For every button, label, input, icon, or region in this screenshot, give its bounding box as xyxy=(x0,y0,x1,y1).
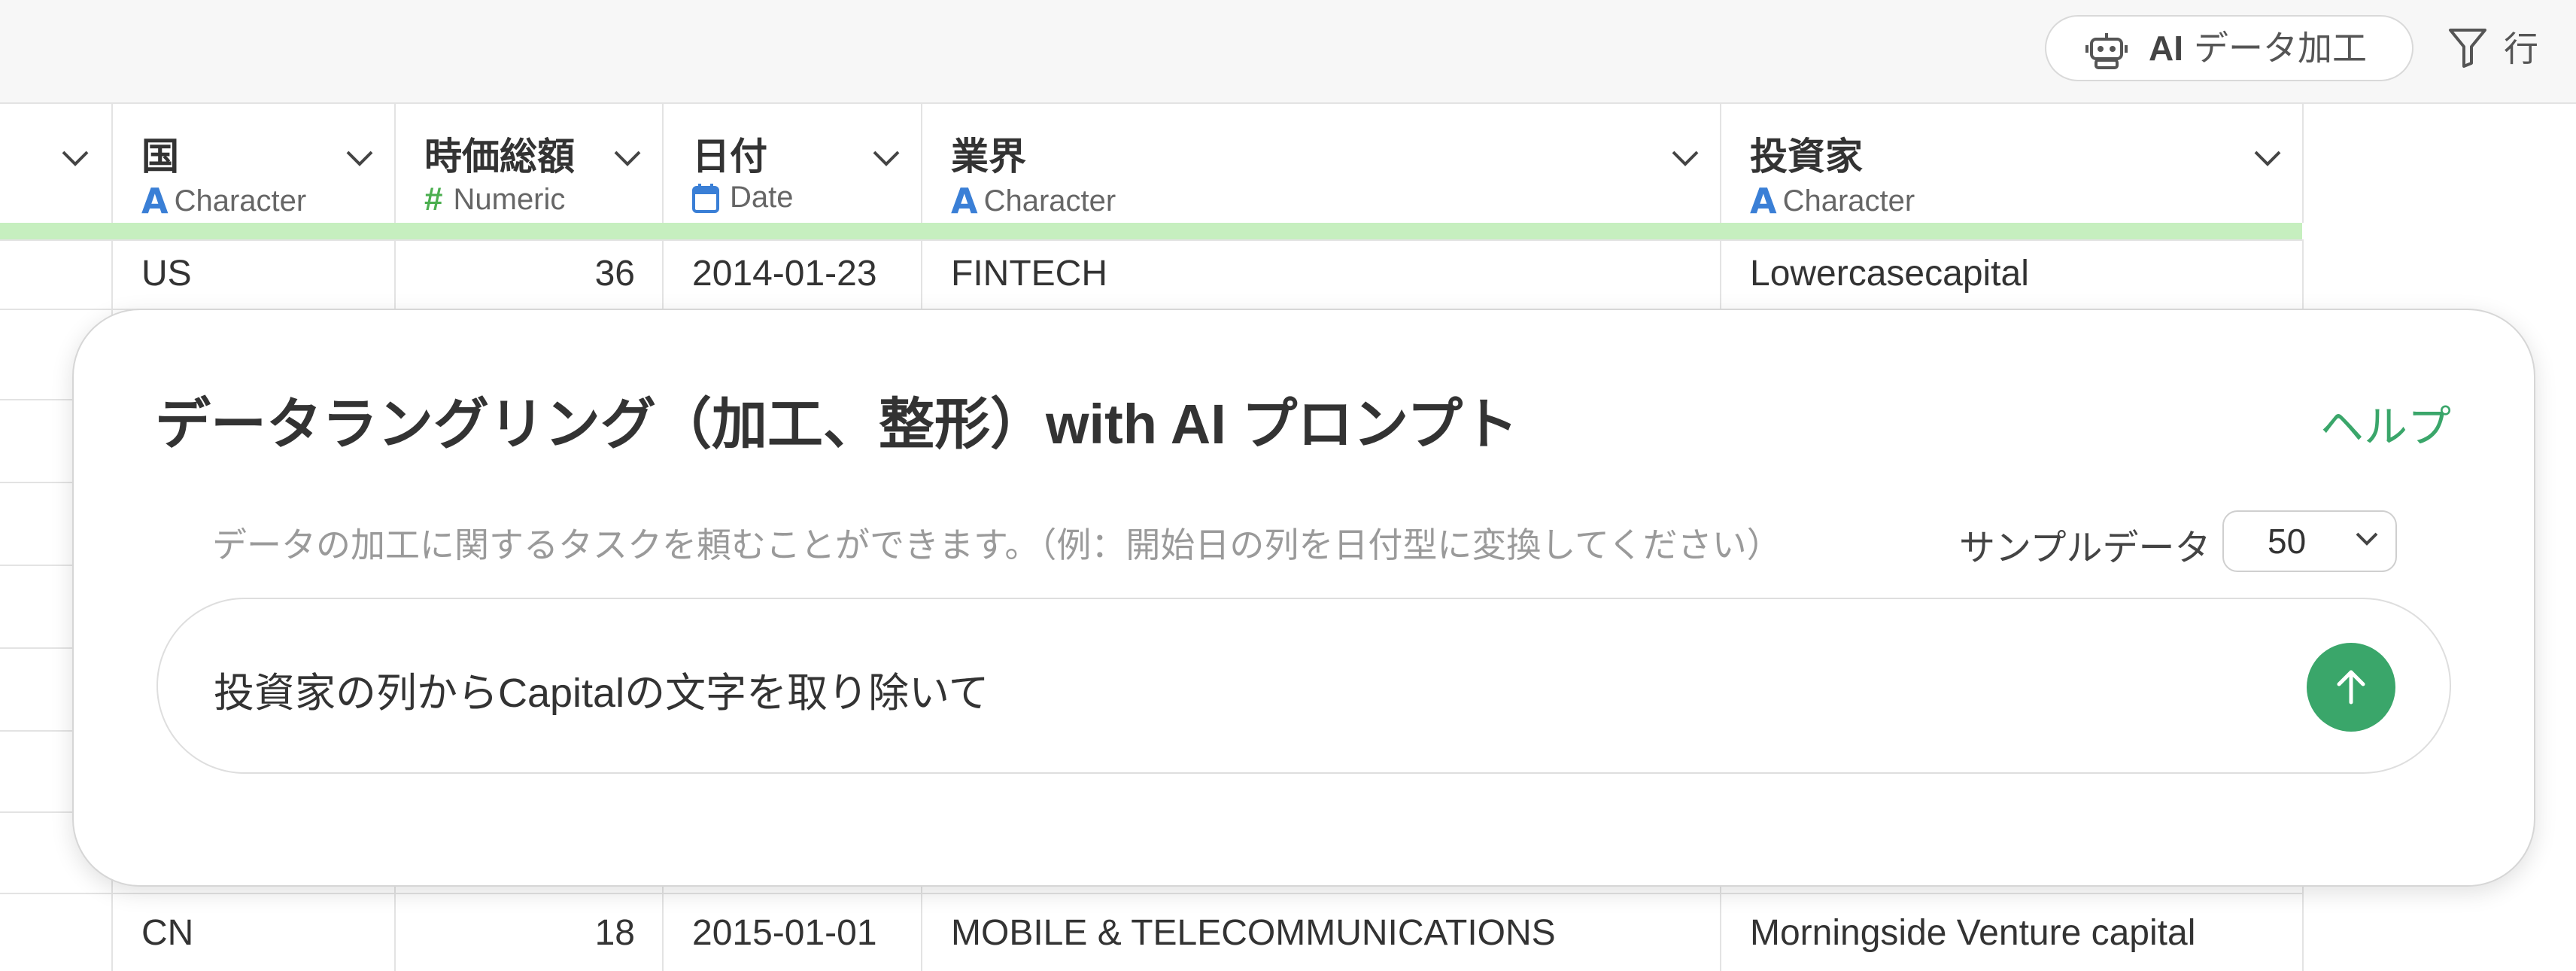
chevron-down-icon[interactable] xyxy=(612,149,642,167)
sample-data-value: 50 xyxy=(2268,522,2307,561)
column-name: 日付 xyxy=(692,135,767,178)
top-toolbar: AI データ加工 行 xyxy=(0,0,2576,104)
column-type-label: Character xyxy=(174,184,307,218)
column-name: 業界 xyxy=(951,135,1026,178)
grid-divider xyxy=(0,730,72,732)
character-icon: A xyxy=(1750,181,1777,221)
chevron-down-icon[interactable] xyxy=(871,149,901,167)
robot-icon xyxy=(2085,33,2128,69)
prompt-input[interactable]: 投資家の列からCapitalの文字を取り除いて xyxy=(156,598,2451,774)
send-button[interactable] xyxy=(2307,643,2395,732)
column-name: 国 xyxy=(141,135,179,178)
column-header-investor[interactable]: 投資家 A Character xyxy=(1721,104,2304,223)
cell-market-cap[interactable]: 18 xyxy=(396,912,635,954)
arrow-up-icon xyxy=(2337,670,2365,705)
cell-country[interactable]: US xyxy=(141,253,192,294)
numeric-icon: # xyxy=(424,181,443,218)
chevron-down-icon xyxy=(2356,532,2378,546)
dialog-title: データラングリング（加工、整形）with AI プロンプト xyxy=(155,393,1519,455)
column-header-market-cap[interactable]: 時価総額 # Numeric xyxy=(396,104,664,223)
column-header-country[interactable]: 国 A Character xyxy=(113,104,396,223)
grid-divider xyxy=(0,399,72,400)
cell-date[interactable]: 2015-01-01 xyxy=(692,912,877,954)
column-type: # Numeric xyxy=(424,181,565,218)
column-type-label: Numeric xyxy=(453,182,566,216)
dialog-description: データの加工に関するタスクを頼むことができます。（例：開始日の列を日付型に変換し… xyxy=(212,525,1782,565)
column-type-label: Date xyxy=(730,181,794,214)
column-name: 投資家 xyxy=(1750,135,1863,178)
row-filter-label: 行 xyxy=(2504,29,2538,68)
grid-divider xyxy=(0,811,72,813)
cell-date[interactable]: 2014-01-23 xyxy=(692,253,877,294)
column-header-industry[interactable]: 業界 A Character xyxy=(922,104,1721,223)
grid-divider xyxy=(0,482,72,483)
column-type: A Character xyxy=(951,181,1116,221)
cell-industry[interactable]: MOBILE & TELECOMMUNICATIONS xyxy=(951,912,1556,954)
cell-market-cap[interactable]: 36 xyxy=(396,253,635,294)
column-header-date[interactable]: 日付 Date xyxy=(664,104,922,223)
calendar-icon xyxy=(692,183,719,213)
chevron-down-icon[interactable] xyxy=(1670,149,1700,167)
cell-country[interactable]: CN xyxy=(141,912,193,954)
filter-icon xyxy=(2449,29,2486,68)
column-type-label: Character xyxy=(983,184,1116,218)
ai-button-label: データ加工 xyxy=(2194,29,2367,68)
grid-divider xyxy=(0,565,72,566)
help-link[interactable]: ヘルプ xyxy=(2320,391,2451,455)
chevron-down-icon[interactable] xyxy=(60,149,90,167)
prompt-input-text[interactable]: 投資家の列からCapitalの文字を取り除いて xyxy=(214,659,989,719)
column-name: 時価総額 xyxy=(424,135,575,178)
column-type: A Character xyxy=(1750,181,1915,221)
ai-button-ai-text: AI xyxy=(2149,29,2183,68)
chevron-down-icon[interactable] xyxy=(2252,149,2283,167)
grid-divider xyxy=(0,893,2302,894)
cell-industry[interactable]: FINTECH xyxy=(951,253,1107,294)
cell-investor[interactable]: Morningside Venture capital xyxy=(1750,912,2195,954)
character-icon: A xyxy=(141,181,169,221)
grid-divider xyxy=(0,647,72,649)
grid-divider xyxy=(0,239,2302,241)
chevron-down-icon[interactable] xyxy=(345,149,375,167)
sample-data-label: サンプルデータ xyxy=(1959,528,2211,568)
character-icon: A xyxy=(951,181,978,221)
sample-data-select[interactable]: 50 xyxy=(2222,510,2397,572)
column-header-previous[interactable] xyxy=(0,104,113,223)
column-type: A Character xyxy=(141,181,306,221)
ai-data-processing-button[interactable]: AI データ加工 xyxy=(2045,15,2413,81)
column-type: Date xyxy=(692,181,794,215)
column-type-label: Character xyxy=(1782,184,1915,218)
ai-prompt-dialog: データラングリング（加工、整形）with AI プロンプト ヘルプ データの加工… xyxy=(72,309,2535,887)
cell-investor[interactable]: Lowercasecapital xyxy=(1750,253,2029,294)
column-quality-bar xyxy=(0,223,2302,239)
